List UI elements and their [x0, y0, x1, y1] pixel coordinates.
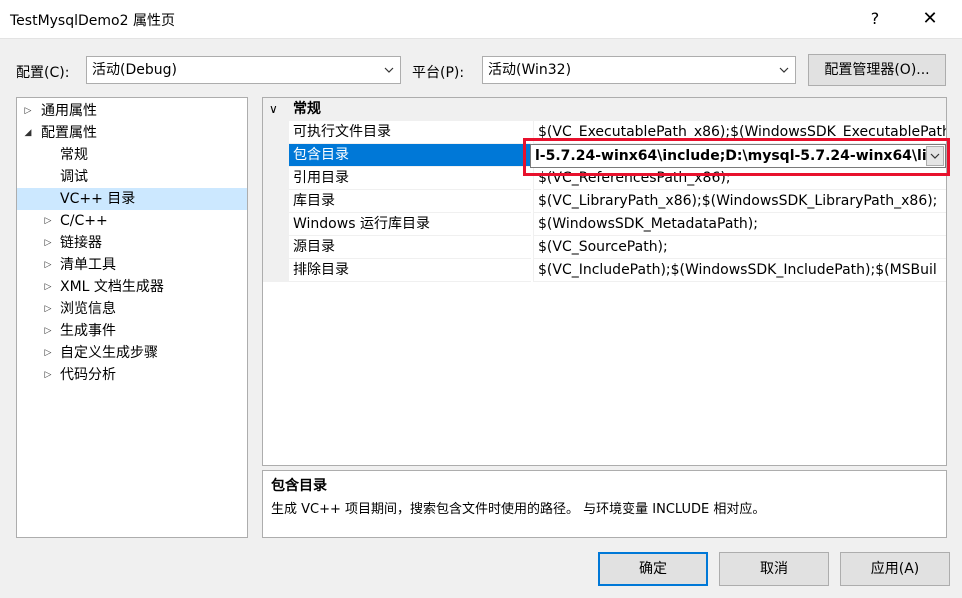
property-name[interactable]: 引用目录: [289, 167, 531, 190]
close-button[interactable]: ✕: [912, 4, 948, 34]
grid-row-library-directories[interactable]: 库目录 $(VC_LibraryPath_x86);$(WindowsSDK_L…: [263, 190, 946, 213]
tree-item-label: 配置属性: [41, 125, 97, 141]
expand-arrow-icon[interactable]: ▷: [22, 100, 34, 122]
property-value[interactable]: $(VC_LibraryPath_x86);$(WindowsSDK_Libra…: [533, 190, 946, 213]
chevron-down-icon: [382, 57, 396, 83]
expand-arrow-icon[interactable]: ▷: [42, 320, 54, 342]
tree-item-xml-document-generator[interactable]: ▷ XML 文档生成器: [17, 276, 247, 298]
category-background: [263, 98, 946, 121]
apply-button[interactable]: 应用(A): [840, 552, 950, 586]
tree-item-build-events[interactable]: ▷ 生成事件: [17, 320, 247, 342]
row-gutter: [263, 259, 289, 282]
property-value[interactable]: $(WindowsSDK_MetadataPath);: [533, 213, 946, 236]
window-title: TestMysqlDemo2 属性页: [10, 13, 175, 29]
tree-item-general[interactable]: 常规: [17, 144, 247, 166]
grid-row-winrt-directories[interactable]: Windows 运行库目录 $(WindowsSDK_MetadataPath)…: [263, 213, 946, 236]
tree-item-label: 链接器: [60, 235, 102, 251]
category-collapse-icon[interactable]: ∨: [269, 98, 278, 121]
configuration-manager-button[interactable]: 配置管理器(O)...: [808, 54, 946, 86]
property-name[interactable]: 库目录: [289, 190, 531, 213]
tree-item-linker[interactable]: ▷ 链接器: [17, 232, 247, 254]
property-name[interactable]: Windows 运行库目录: [289, 213, 531, 236]
property-name[interactable]: 排除目录: [289, 259, 531, 282]
expand-arrow-icon[interactable]: ▷: [42, 342, 54, 364]
property-value[interactable]: $(VC_SourcePath);: [533, 236, 946, 259]
expand-arrow-icon[interactable]: ▷: [42, 254, 54, 276]
collapse-arrow-icon[interactable]: ◢: [22, 122, 34, 144]
tree-item-label: XML 文档生成器: [60, 279, 164, 295]
expand-arrow-icon[interactable]: ▷: [42, 298, 54, 320]
tree-item-manifest-tool[interactable]: ▷ 清单工具: [17, 254, 247, 276]
tree-item-label: 常规: [60, 147, 88, 163]
expand-arrow-icon[interactable]: ▷: [42, 276, 54, 298]
row-gutter: [263, 167, 289, 190]
description-title: 包含目录: [271, 478, 327, 494]
tree-item-label: 通用属性: [41, 103, 97, 119]
grid-row-exclude-directories[interactable]: 排除目录 $(VC_IncludePath);$(WindowsSDK_Incl…: [263, 259, 946, 282]
row-gutter: [263, 236, 289, 259]
tree-item-label: 自定义生成步骤: [60, 345, 158, 361]
property-value[interactable]: $(VC_IncludePath);$(WindowsSDK_IncludePa…: [533, 259, 946, 282]
expand-arrow-icon[interactable]: ▷: [42, 210, 54, 232]
tree-item-label: 清单工具: [60, 257, 116, 273]
description-panel: 包含目录 生成 VC++ 项目期间，搜索包含文件时使用的路径。 与环境变量 IN…: [262, 470, 947, 538]
grid-row-source-directories[interactable]: 源目录 $(VC_SourcePath);: [263, 236, 946, 259]
tree-item-c-cpp[interactable]: ▷ C/C++: [17, 210, 247, 232]
tree-item-label: 生成事件: [60, 323, 116, 339]
expand-arrow-icon[interactable]: ▷: [42, 364, 54, 386]
tree-item-code-analysis[interactable]: ▷ 代码分析: [17, 364, 247, 386]
tree-item-browse-information[interactable]: ▷ 浏览信息: [17, 298, 247, 320]
tree-item-label: 浏览信息: [60, 301, 116, 317]
chevron-down-icon: [777, 57, 791, 83]
red-highlight-annotation: [523, 138, 950, 176]
tree-item-label: 代码分析: [60, 367, 116, 383]
tree-item-label: 调试: [60, 169, 88, 185]
tree-item-configuration-properties[interactable]: ◢ 配置属性: [17, 122, 247, 144]
grid-category-row[interactable]: ∨ 常规: [263, 98, 946, 121]
tree-item-custom-build-step[interactable]: ▷ 自定义生成步骤: [17, 342, 247, 364]
cancel-button[interactable]: 取消: [719, 552, 829, 586]
row-gutter: [263, 121, 289, 144]
property-name[interactable]: 源目录: [289, 236, 531, 259]
category-label: 常规: [293, 101, 321, 117]
tree-item-debugging[interactable]: 调试: [17, 166, 247, 188]
description-text: 生成 VC++ 项目期间，搜索包含文件时使用的路径。 与环境变量 INCLUDE…: [271, 502, 766, 517]
property-name[interactable]: 可执行文件目录: [289, 121, 531, 144]
platform-combo[interactable]: 活动(Win32): [482, 56, 796, 84]
tree-item-label: C/C++: [60, 213, 108, 229]
row-gutter: [263, 213, 289, 236]
tree-item-label: VC++ 目录: [60, 191, 136, 207]
config-label: 配置(C):: [16, 65, 70, 81]
tree-item-common-properties[interactable]: ▷ 通用属性: [17, 100, 247, 122]
property-name[interactable]: 包含目录: [289, 144, 531, 167]
help-button[interactable]: ?: [862, 4, 888, 34]
ok-button[interactable]: 确定: [598, 552, 708, 586]
expand-arrow-icon[interactable]: ▷: [42, 232, 54, 254]
row-gutter: [263, 190, 289, 213]
row-gutter: [263, 144, 289, 167]
platform-combo-value: 活动(Win32): [488, 62, 572, 78]
property-tree: ▷ 通用属性 ◢ 配置属性 常规 调试 VC++ 目录 ▷ C/C++ ▷ 链接…: [16, 97, 248, 538]
tree-item-vc-directories[interactable]: VC++ 目录: [17, 188, 247, 210]
config-combo-value: 活动(Debug): [92, 62, 177, 78]
config-combo[interactable]: 活动(Debug): [86, 56, 401, 84]
platform-label: 平台(P):: [412, 65, 465, 81]
